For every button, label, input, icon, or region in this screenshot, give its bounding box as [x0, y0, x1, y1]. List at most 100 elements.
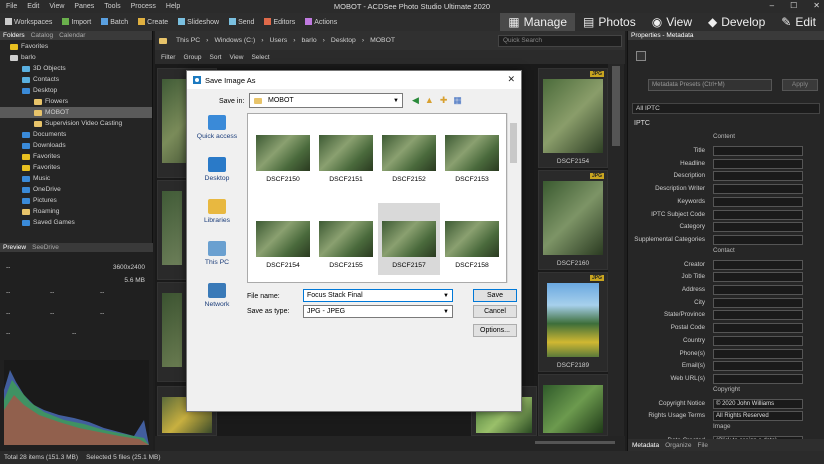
- breadcrumb-item[interactable]: Windows (C:): [214, 37, 255, 44]
- metadata-field-input[interactable]: [713, 158, 803, 169]
- maximize-button[interactable]: ☐: [790, 1, 797, 10]
- file-item[interactable]: DSCF2151: [315, 117, 377, 187]
- tree-item[interactable]: Flowers: [0, 96, 152, 107]
- toolbar-batch[interactable]: Batch: [101, 18, 128, 26]
- mode-tab-edit[interactable]: ✎ Edit: [773, 13, 824, 31]
- tree-item[interactable]: Saved Games: [0, 217, 152, 228]
- select-checkbox[interactable]: [636, 51, 646, 61]
- place-network[interactable]: Network: [192, 283, 242, 308]
- thumbnail[interactable]: JPG DSCF2160: [538, 170, 608, 270]
- tree-item[interactable]: 3D Objects: [0, 63, 152, 74]
- thumbnail[interactable]: [538, 374, 608, 436]
- file-item[interactable]: DSCF2150: [252, 117, 314, 187]
- tab-metadata[interactable]: Metadata: [632, 442, 659, 449]
- toolbar-slideshow[interactable]: Slideshow: [178, 18, 219, 26]
- menu-item-view[interactable]: View: [49, 3, 64, 10]
- filter-view[interactable]: View: [229, 54, 243, 61]
- zoom-slider[interactable]: [535, 441, 615, 444]
- thumbnail[interactable]: [157, 180, 187, 280]
- minimize-button[interactable]: –: [770, 1, 774, 10]
- place-this-pc[interactable]: This PC: [192, 241, 242, 266]
- thumbnail[interactable]: JPG DSCF2154: [538, 68, 608, 168]
- mode-tab-manage[interactable]: ▦ Manage: [500, 13, 575, 31]
- cancel-button[interactable]: Cancel: [473, 305, 517, 318]
- tree-item[interactable]: Documents: [0, 129, 152, 140]
- metadata-field-input[interactable]: [713, 323, 803, 334]
- tree-item[interactable]: OneDrive: [0, 184, 152, 195]
- toolbar-send[interactable]: Send: [229, 18, 254, 26]
- metadata-presets-select[interactable]: Metadata Presets (Ctrl+M): [648, 79, 772, 91]
- breadcrumb-item[interactable]: Users: [270, 37, 288, 44]
- breadcrumb-item[interactable]: MOBOT: [370, 37, 395, 44]
- view-menu-icon[interactable]: ▦: [453, 95, 462, 106]
- save-in-select[interactable]: MOBOT ▼: [249, 93, 403, 108]
- menu-item-tools[interactable]: Tools: [104, 3, 120, 10]
- tab-seedrive[interactable]: SeeDrive: [32, 244, 59, 251]
- metadata-field-input[interactable]: [713, 234, 803, 245]
- metadata-field-input[interactable]: [713, 184, 803, 195]
- save-as-type-select[interactable]: JPG - JPEG ▼: [303, 305, 453, 318]
- place-quick-access[interactable]: Quick access: [192, 115, 242, 140]
- toolbar-editors[interactable]: Editors: [264, 18, 295, 26]
- menu-item-panes[interactable]: Panes: [74, 3, 94, 10]
- breadcrumb-item[interactable]: This PC: [176, 37, 200, 44]
- metadata-field-input[interactable]: [713, 196, 803, 207]
- tree-item[interactable]: Favorites: [0, 151, 152, 162]
- options-button[interactable]: Options...: [473, 324, 517, 337]
- metadata-field-input[interactable]: All Rights Reserved: [713, 411, 803, 422]
- filter-group[interactable]: Group: [183, 54, 201, 61]
- tree-item[interactable]: Music: [0, 173, 152, 184]
- metadata-field-input[interactable]: © 2020 John Williams: [713, 398, 803, 409]
- mode-tab-view[interactable]: ◉ View: [644, 13, 700, 31]
- metadata-field-input[interactable]: [713, 146, 803, 156]
- mode-tab-develop[interactable]: ◆ Develop: [700, 13, 773, 31]
- tab-folders[interactable]: Folders: [3, 32, 25, 39]
- metadata-field-input[interactable]: [713, 259, 803, 270]
- tree-item[interactable]: Supervision Video Casting: [0, 118, 152, 129]
- metadata-field-input[interactable]: [713, 373, 803, 384]
- up-folder-icon[interactable]: ▲: [425, 95, 434, 106]
- menu-item-edit[interactable]: Edit: [27, 3, 39, 10]
- metadata-field-input[interactable]: [713, 335, 803, 346]
- tree-item[interactable]: Pictures: [0, 195, 152, 206]
- iptc-section-header[interactable]: IPTC: [634, 120, 650, 127]
- thumbnail[interactable]: [157, 282, 187, 382]
- tree-item[interactable]: Downloads: [0, 140, 152, 151]
- toolbar-workspaces[interactable]: Workspaces: [5, 18, 52, 26]
- tree-item[interactable]: Favorites: [0, 162, 152, 173]
- tree-item[interactable]: Desktop: [0, 85, 152, 96]
- toolbar-import[interactable]: Import: [62, 18, 91, 26]
- dialog-scrollbar[interactable]: [507, 113, 519, 283]
- place-desktop[interactable]: Desktop: [192, 157, 242, 182]
- metadata-field-input[interactable]: [713, 361, 803, 372]
- tree-item[interactable]: barlo: [0, 52, 152, 63]
- grid-scrollbar[interactable]: [608, 64, 624, 436]
- tree-item[interactable]: MOBOT: [0, 107, 152, 118]
- file-item[interactable]: DSCF2152: [378, 117, 440, 187]
- file-item[interactable]: DSCF2155: [315, 203, 377, 275]
- close-window-button[interactable]: ✕: [813, 1, 820, 10]
- file-name-input[interactable]: Focus Stack Final ▼: [303, 289, 453, 302]
- breadcrumb-item[interactable]: barlo: [302, 37, 317, 44]
- tree-item[interactable]: Contacts: [0, 74, 152, 85]
- toolbar-actions[interactable]: Actions: [305, 18, 337, 26]
- mode-tab-photos[interactable]: ▤ Photos: [575, 13, 644, 31]
- filter-select[interactable]: Select: [251, 54, 269, 61]
- file-item[interactable]: DSCF2154: [252, 203, 314, 275]
- save-button[interactable]: Save: [473, 289, 517, 302]
- metadata-field-input[interactable]: [713, 171, 803, 182]
- tab-catalog[interactable]: Catalog: [31, 32, 53, 39]
- metadata-field-input[interactable]: [713, 272, 803, 283]
- breadcrumb-item[interactable]: Desktop: [331, 37, 356, 44]
- tab-file[interactable]: File: [697, 442, 707, 449]
- filter-filter[interactable]: Filter: [161, 54, 175, 61]
- thumbnail[interactable]: JPG DSCF2189: [538, 272, 608, 372]
- dialog-close-button[interactable]: ✕: [507, 74, 515, 85]
- metadata-field-input[interactable]: [713, 310, 803, 321]
- new-folder-icon[interactable]: ✚: [440, 95, 448, 106]
- metadata-field-input[interactable]: [713, 209, 803, 220]
- place-libraries[interactable]: Libraries: [192, 199, 242, 224]
- file-item[interactable]: DSCF2158: [441, 203, 503, 275]
- metadata-filter-select[interactable]: All IPTC: [632, 103, 820, 114]
- menu-item-process[interactable]: Process: [131, 3, 156, 10]
